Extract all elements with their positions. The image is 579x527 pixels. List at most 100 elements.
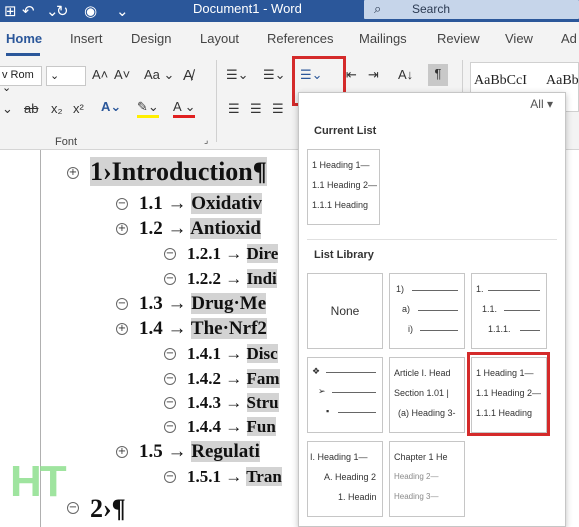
align-center-icon[interactable]: ☰ [250, 101, 262, 117]
list-option-article-section[interactable]: Article I. Head Section 1.01 | (a) Headi… [389, 357, 465, 433]
redo-icon[interactable]: ↻ [56, 2, 69, 20]
heading-3[interactable]: 1.4.1 → Disc [187, 344, 278, 364]
collapse-icon[interactable]: − [67, 502, 79, 514]
subscript-icon[interactable]: x₂ [51, 101, 63, 116]
collapse-icon[interactable]: − [116, 198, 128, 210]
list-line: I. Heading 1— [310, 452, 368, 462]
list-filter-dropdown[interactable]: All ▾ [530, 97, 553, 111]
heading-number: 1.3 [139, 293, 163, 314]
group-separator [216, 60, 217, 142]
list-line: Section 1.01 | [394, 388, 449, 398]
list-option-roman-heading[interactable]: I. Heading 1— A. Heading 2 1. Headin [307, 441, 383, 517]
heading-2[interactable]: 1.5 → Regulati [139, 441, 260, 463]
tab-design[interactable]: Design [131, 31, 171, 46]
tab-insert[interactable]: Insert [70, 31, 103, 46]
font-name-box[interactable]: v Rom ⌄ [0, 66, 42, 94]
title-bar: ⊞ ↶ ⌄ ↻ ◉ ⌄ Document1 - Word ⌕ Search [0, 0, 579, 22]
heading-2[interactable]: 1.4 → The·Nrf2 [139, 318, 267, 340]
heading-3[interactable]: 1.2.1 → Dire [187, 244, 279, 264]
shrink-font-icon[interactable]: A˅ [114, 67, 130, 82]
collapse-icon[interactable]: − [164, 248, 176, 260]
collapse-icon[interactable]: − [164, 373, 176, 385]
heading-number: 1.2.1 [187, 244, 221, 263]
text-effects-icon[interactable]: A⌄ [101, 99, 121, 115]
save-icon[interactable]: ⊞ [4, 2, 17, 20]
line-placeholder [504, 310, 540, 311]
expand-icon[interactable]: + [116, 223, 128, 235]
heading-text: Disc [246, 344, 278, 363]
heading-2[interactable]: 1.2 → Antioxid [139, 218, 261, 240]
heading-1-section-2[interactable]: 2›¶ [90, 494, 126, 524]
search-box[interactable]: ⌕ Search [364, 0, 579, 19]
decrease-indent-icon[interactable]: ⇤ [346, 67, 357, 83]
heading-3[interactable]: 1.4.2 → Fam [187, 369, 280, 389]
list-line: Heading 2— [394, 472, 439, 481]
line-placeholder [418, 310, 458, 311]
heading-text: Regulati [191, 441, 260, 462]
list-line: A. Heading 2 [324, 472, 377, 482]
collapse-icon[interactable]: − [164, 471, 176, 483]
numbering-icon[interactable]: ☰⌄ [263, 67, 286, 83]
font-size-box[interactable]: ⌄ [46, 66, 86, 86]
tab-view[interactable]: View [505, 31, 533, 46]
expand-icon[interactable]: + [67, 167, 79, 179]
clear-formatting-icon[interactable]: A̸ [183, 67, 193, 84]
list-option-parenthesis[interactable]: 1) a) i) [389, 273, 465, 349]
autosave-icon[interactable]: ◉ [84, 2, 97, 20]
list-option-decimal[interactable]: 1. 1.1. 1.1.1. [471, 273, 547, 349]
font-dialog-launcher-icon[interactable]: ⌟ [204, 135, 208, 146]
undo-icon[interactable]: ↶ [22, 2, 35, 20]
heading-2[interactable]: 1.3 → Drug·Me [139, 293, 267, 315]
list-option-none[interactable]: None [307, 273, 383, 349]
highlight-color-icon[interactable]: ✎⌄ [137, 99, 159, 118]
heading-3[interactable]: 1.4.4 → Fun [187, 417, 276, 437]
heading-number: 1.4.3 [187, 393, 221, 412]
tab-home[interactable]: Home [6, 31, 42, 46]
style-normal-preview[interactable]: AaBbCcI [474, 73, 527, 89]
superscript-icon[interactable]: x² [73, 101, 84, 116]
heading-text: Antioxid [190, 218, 261, 239]
tab-add-ins[interactable]: Ad [561, 31, 577, 46]
list-option-bullets[interactable]: ❖ ➢ ▪ [307, 357, 383, 433]
expand-icon[interactable]: + [116, 446, 128, 458]
list-line: 1 Heading 1— [312, 160, 370, 170]
align-left-icon[interactable]: ☰ [228, 101, 240, 117]
heading-3[interactable]: 1.5.1 → Tran [187, 467, 282, 487]
align-right-icon[interactable]: ☰ [272, 101, 284, 117]
sort-icon[interactable]: A↓ [398, 67, 413, 82]
grow-font-icon[interactable]: A˄ [92, 67, 108, 82]
list-line: 1.1.1. [488, 324, 511, 334]
heading-text: Indi [246, 269, 277, 288]
list-line: Article I. Head [394, 368, 451, 378]
heading-number: 1.2 [139, 218, 163, 239]
expand-icon[interactable]: + [116, 323, 128, 335]
current-list-heading: Current List [314, 125, 377, 137]
increase-indent-icon[interactable]: ⇥ [368, 67, 379, 83]
heading-3[interactable]: 1.4.3 → Stru [187, 393, 279, 413]
collapse-icon[interactable]: − [164, 421, 176, 433]
tab-review[interactable]: Review [437, 31, 480, 46]
heading-3[interactable]: 1.2.2 → Indi [187, 269, 277, 289]
heading-1-introduction[interactable]: 1›Introduction¶ [90, 157, 267, 187]
show-formatting-marks-icon[interactable]: ¶ [428, 64, 448, 86]
collapse-icon[interactable]: − [164, 273, 176, 285]
bullets-icon[interactable]: ☰⌄ [226, 67, 249, 83]
strikethrough-icon[interactable]: ab [24, 101, 38, 116]
tab-mailings[interactable]: Mailings [359, 31, 407, 46]
collapse-icon[interactable]: − [116, 298, 128, 310]
font-color-icon[interactable]: A ⌄ [173, 99, 196, 118]
heading-number: 1.1 [139, 193, 163, 214]
tab-layout[interactable]: Layout [200, 31, 239, 46]
change-case-icon[interactable]: Aa ⌄ [144, 67, 174, 83]
tab-references[interactable]: References [267, 31, 333, 46]
list-option-chapter-heading[interactable]: Chapter 1 He Heading 2— Heading 3— [389, 441, 465, 517]
style-no-spacing-preview[interactable]: AaBb [546, 73, 579, 89]
collapse-icon[interactable]: − [164, 397, 176, 409]
current-list-thumbnail[interactable]: 1 Heading 1— 1.1 Heading 2— 1.1.1 Headin… [307, 149, 380, 225]
font-group-label: Font [55, 136, 78, 148]
customize-quick-access-icon[interactable]: ⌄ [116, 2, 129, 20]
heading-2[interactable]: 1.1 → Oxidativ [139, 193, 262, 215]
line-placeholder [326, 372, 376, 373]
collapse-icon[interactable]: − [164, 348, 176, 360]
underline-dropdown-icon[interactable]: ⌄ [2, 101, 13, 117]
